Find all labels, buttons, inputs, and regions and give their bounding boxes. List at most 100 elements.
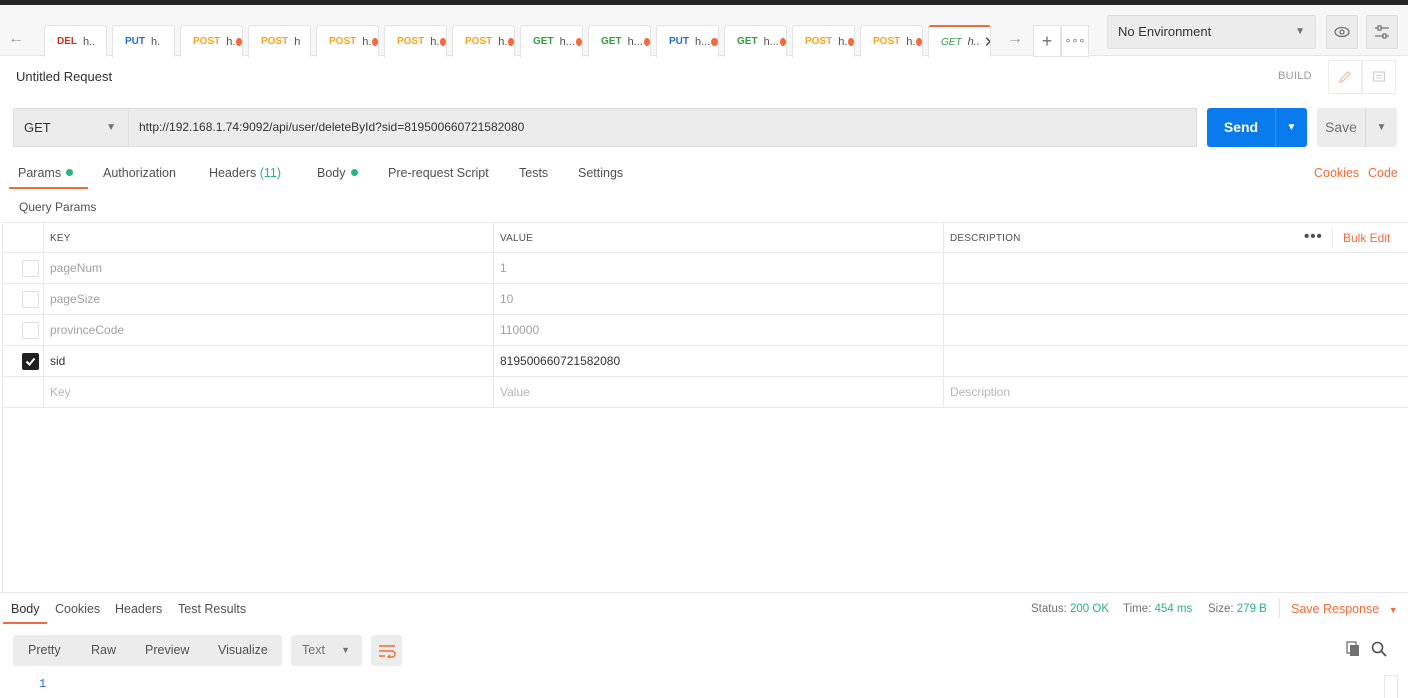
cookies-link[interactable]: Cookies — [1314, 166, 1359, 180]
chevron-down-icon: ▼ — [106, 122, 116, 133]
copy-response-button[interactable] — [1342, 638, 1364, 660]
response-tab-body[interactable]: Body — [11, 602, 40, 616]
bulk-edit-link[interactable]: Bulk Edit — [1343, 223, 1390, 254]
tab-name: h. — [838, 35, 848, 48]
request-tab[interactable]: GET h... — [724, 25, 787, 57]
tab-headers[interactable]: Headers (11) — [209, 166, 281, 180]
request-tab[interactable]: POST h. — [180, 25, 243, 57]
wrap-lines-button[interactable] — [371, 635, 402, 666]
param-key[interactable]: pageSize — [43, 284, 493, 315]
request-tab[interactable]: POST h — [248, 25, 311, 57]
tab-tests[interactable]: Tests — [519, 166, 548, 180]
scroll-tabs-left-icon[interactable]: ← — [4, 27, 28, 51]
tab-strip: ← DEL h.. PUT h. POST h. POST h POST h. … — [0, 5, 1408, 57]
tab-method: GET — [601, 36, 622, 47]
request-tab[interactable]: GET h... — [588, 25, 651, 57]
param-description[interactable] — [943, 315, 1408, 346]
size-label: Size: — [1208, 603, 1234, 615]
more-options-icon[interactable]: ••• — [1304, 223, 1323, 251]
row-checkbox[interactable] — [22, 322, 39, 339]
tab-options-button[interactable]: ∘∘∘ — [1061, 25, 1089, 57]
response-tab-test-results[interactable]: Test Results — [178, 602, 246, 616]
scroll-tabs-right-icon[interactable]: → — [1003, 27, 1027, 51]
response-tab-cookies[interactable]: Cookies — [55, 602, 100, 616]
tab-body[interactable]: Body — [317, 166, 358, 180]
param-value[interactable]: 1 — [493, 253, 943, 284]
tab-name: h... — [559, 35, 575, 48]
request-tab[interactable]: DEL h.. — [44, 25, 107, 57]
param-value[interactable]: 110000 — [493, 315, 943, 346]
unsaved-dot-icon — [916, 37, 922, 46]
request-tab[interactable]: POST h. — [452, 25, 515, 57]
editor-scrollbar[interactable] — [1384, 675, 1398, 698]
request-title[interactable]: Untitled Request — [16, 69, 112, 84]
tab-params[interactable]: Params — [18, 166, 74, 180]
chevron-down-icon: ▼ — [1388, 605, 1398, 615]
param-key[interactable]: pageNum — [43, 253, 493, 284]
status-label: Status: — [1031, 603, 1067, 615]
tab-method: POST — [873, 36, 901, 47]
send-button[interactable]: Send ▼ — [1207, 108, 1307, 147]
view-preview-button[interactable]: Preview — [145, 635, 189, 666]
new-description-input[interactable]: Description — [943, 377, 1408, 408]
new-key-input[interactable]: Key — [43, 377, 493, 408]
edit-button[interactable] — [1328, 60, 1362, 94]
query-params-title: Query Params — [19, 200, 97, 214]
url-input[interactable]: http://192.168.1.74:9092/api/user/delete… — [128, 108, 1197, 147]
param-description[interactable] — [943, 253, 1408, 284]
new-tab-button[interactable]: + — [1033, 25, 1061, 57]
close-tab-icon[interactable]: ✕ — [984, 33, 990, 51]
tab-method: PUT — [669, 36, 689, 47]
row-checkbox-checked[interactable] — [22, 353, 39, 370]
view-raw-button[interactable]: Raw — [91, 635, 116, 666]
code-link[interactable]: Code — [1368, 166, 1398, 180]
environment-select[interactable]: No Environment ▼ — [1107, 15, 1316, 49]
param-key[interactable]: sid — [43, 346, 493, 377]
request-tab-active[interactable]: GET h.. ✕ — [928, 25, 991, 57]
request-tab[interactable]: PUT h. — [112, 25, 175, 57]
param-description[interactable] — [943, 284, 1408, 315]
param-value[interactable]: 819500660721582080 — [493, 346, 943, 377]
param-value[interactable]: 10 — [493, 284, 943, 315]
row-checkbox[interactable] — [22, 260, 39, 277]
view-pretty-button[interactable]: Pretty — [28, 635, 61, 666]
save-button[interactable]: Save ▼ — [1317, 108, 1397, 147]
request-tab[interactable]: PUT h... — [656, 25, 719, 57]
tab-authorization[interactable]: Authorization — [103, 166, 176, 180]
tab-name: h. — [906, 35, 916, 48]
comments-button[interactable] — [1362, 60, 1396, 94]
response-size[interactable]: Size: 279 B — [1208, 603, 1267, 615]
save-options-chevron-icon[interactable]: ▼ — [1366, 108, 1397, 147]
send-options-chevron-icon[interactable]: ▼ — [1276, 108, 1307, 147]
send-label: Send — [1223, 119, 1259, 135]
tab-name: h.. — [83, 35, 96, 48]
search-response-button[interactable] — [1368, 638, 1390, 660]
response-tab-headers[interactable]: Headers — [115, 602, 162, 616]
request-tab[interactable]: POST h. — [316, 25, 379, 57]
param-key[interactable]: provinceCode — [43, 315, 493, 346]
unsaved-dot-icon — [236, 37, 242, 46]
method-select[interactable]: GET ▼ — [13, 108, 129, 147]
request-tab[interactable]: POST h. — [860, 25, 923, 57]
tab-settings[interactable]: Settings — [578, 166, 623, 180]
request-tab[interactable]: POST h. — [792, 25, 855, 57]
save-response-button[interactable]: Save Response ▼ — [1291, 602, 1398, 616]
response-time[interactable]: Time: 454 ms — [1123, 603, 1192, 615]
eye-icon — [1334, 26, 1350, 38]
response-format-select[interactable]: Text ▼ — [291, 635, 362, 666]
request-tab[interactable]: POST h. — [384, 25, 447, 57]
tab-method: DEL — [57, 36, 77, 47]
environment-quick-look-button[interactable] — [1326, 15, 1358, 49]
tab-headers-label: Headers — [209, 166, 257, 180]
row-checkbox[interactable] — [22, 291, 39, 308]
request-tab[interactable]: GET h... — [520, 25, 583, 57]
active-indicator-dot-icon — [350, 169, 358, 176]
response-status[interactable]: Status: 200 OK — [1031, 603, 1109, 615]
view-visualize-button[interactable]: Visualize — [218, 635, 268, 666]
tab-method: POST — [329, 36, 357, 47]
tab-method: POST — [465, 36, 493, 47]
new-value-input[interactable]: Value — [493, 377, 943, 408]
tab-prerequest-script[interactable]: Pre-request Script — [388, 166, 489, 180]
manage-environments-button[interactable] — [1366, 15, 1398, 49]
param-description[interactable] — [943, 346, 1408, 377]
